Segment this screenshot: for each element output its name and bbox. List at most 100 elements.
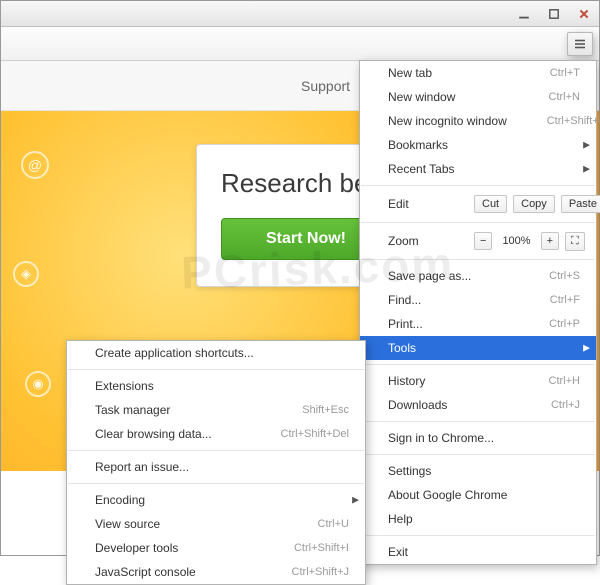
menu-label: History [388, 374, 425, 388]
window-titlebar [1, 1, 599, 27]
menu-exit[interactable]: Exit [360, 540, 596, 564]
tools-submenu: Create application shortcuts... Extensio… [66, 340, 366, 585]
menu-label: Tools [388, 341, 416, 355]
menu-separator [68, 369, 364, 370]
submenu-clear-data[interactable]: Clear browsing data...Ctrl+Shift+Del [67, 422, 365, 446]
maximize-icon [548, 8, 560, 20]
menu-downloads[interactable]: Downloads Ctrl+J [360, 393, 596, 417]
nav-support-link[interactable]: Support [301, 78, 350, 94]
menu-signin[interactable]: Sign in to Chrome... [360, 426, 596, 450]
hamburger-icon [573, 37, 587, 51]
menu-shortcut: Shift+Esc [302, 404, 349, 416]
submenu-dev-tools[interactable]: Developer tools Ctrl+Shift+I [67, 536, 365, 560]
zoom-in-button[interactable]: + [541, 232, 559, 250]
menu-shortcut: Ctrl+S [549, 270, 580, 282]
menu-shortcut: Ctrl+N [549, 91, 580, 103]
chevron-right-icon: ▶ [583, 343, 590, 354]
edit-copy-button[interactable]: Copy [513, 195, 555, 213]
menu-label: Extensions [95, 379, 154, 393]
menu-edit-label: Edit [388, 197, 468, 211]
chevron-right-icon: ▶ [352, 495, 359, 506]
main-menu-button[interactable] [567, 32, 593, 56]
menu-find[interactable]: Find... Ctrl+F [360, 288, 596, 312]
menu-settings[interactable]: Settings [360, 459, 596, 483]
menu-shortcut: Ctrl+P [549, 318, 580, 330]
menu-label: Exit [388, 545, 408, 559]
menu-zoom-row: Zoom − 100% + ⛶ [360, 227, 596, 255]
menu-edit-row: Edit Cut Copy Paste [360, 190, 596, 218]
menu-about[interactable]: About Google Chrome [360, 483, 596, 507]
edit-cut-button[interactable]: Cut [474, 195, 507, 213]
menu-shortcut: Ctrl+Shift+I [294, 542, 349, 554]
menu-new-incognito[interactable]: New incognito windowCtrl+Shift+N [360, 109, 596, 133]
submenu-encoding[interactable]: Encoding ▶ [67, 488, 365, 512]
submenu-view-source[interactable]: View source Ctrl+U [67, 512, 365, 536]
menu-separator [68, 483, 364, 484]
menu-label: Help [388, 512, 413, 526]
edit-paste-button[interactable]: Paste [561, 195, 600, 213]
menu-shortcut: Ctrl+Shift+N [547, 115, 600, 127]
menu-recent-tabs[interactable]: Recent Tabs ▶ [360, 157, 596, 181]
chevron-right-icon: ▶ [583, 164, 590, 175]
menu-zoom-label: Zoom [388, 234, 468, 248]
fullscreen-button[interactable]: ⛶ [565, 232, 585, 251]
menu-label: Downloads [388, 398, 447, 412]
menu-separator [361, 259, 595, 260]
menu-label: Recent Tabs [388, 162, 455, 176]
close-icon [578, 8, 590, 20]
menu-label: Developer tools [95, 541, 178, 555]
menu-shortcut: Ctrl+Shift+Del [281, 428, 349, 440]
menu-separator [361, 364, 595, 365]
menu-save-page[interactable]: Save page as... Ctrl+S [360, 264, 596, 288]
zoom-value: 100% [498, 235, 534, 247]
menu-new-tab[interactable]: New tab Ctrl+T [360, 61, 596, 85]
window-maximize-button[interactable] [539, 1, 569, 26]
menu-separator [361, 535, 595, 536]
menu-separator [361, 421, 595, 422]
menu-label: JavaScript console [95, 565, 196, 579]
menu-label: About Google Chrome [388, 488, 507, 502]
menu-label: Find... [388, 293, 421, 307]
menu-separator [361, 222, 595, 223]
submenu-js-console[interactable]: JavaScript console Ctrl+Shift+J [67, 560, 365, 584]
menu-shortcut: Ctrl+J [551, 399, 580, 411]
menu-separator [361, 185, 595, 186]
menu-print[interactable]: Print... Ctrl+P [360, 312, 596, 336]
menu-history[interactable]: History Ctrl+H [360, 369, 596, 393]
menu-label: New tab [388, 66, 432, 80]
menu-shortcut: Ctrl+U [318, 518, 349, 530]
menu-label: Create application shortcuts... [95, 346, 254, 360]
chevron-right-icon: ▶ [583, 140, 590, 151]
zoom-out-button[interactable]: − [474, 232, 492, 250]
submenu-report-issue[interactable]: Report an issue... [67, 455, 365, 479]
menu-bookmarks[interactable]: Bookmarks ▶ [360, 133, 596, 157]
menu-label: View source [95, 517, 160, 531]
menu-help[interactable]: Help [360, 507, 596, 531]
browser-toolbar [1, 27, 599, 61]
menu-label: Encoding [95, 493, 145, 507]
menu-label: Bookmarks [388, 138, 448, 152]
menu-new-window[interactable]: New window Ctrl+N [360, 85, 596, 109]
menu-label: Save page as... [388, 269, 471, 283]
deco-globe-icon: ◉ [25, 371, 51, 397]
menu-tools[interactable]: Tools ▶ [360, 336, 596, 360]
menu-label: New incognito window [388, 114, 507, 128]
menu-separator [68, 450, 364, 451]
menu-label: New window [388, 90, 455, 104]
menu-shortcut: Ctrl+F [550, 294, 580, 306]
window-close-button[interactable] [569, 1, 599, 26]
deco-at-icon: @ [21, 151, 49, 179]
menu-label: Report an issue... [95, 460, 189, 474]
submenu-task-manager[interactable]: Task manager Shift+Esc [67, 398, 365, 422]
deco-wifi-icon: ◈ [13, 261, 39, 287]
submenu-create-shortcut[interactable]: Create application shortcuts... [67, 341, 365, 365]
submenu-extensions[interactable]: Extensions [67, 374, 365, 398]
menu-shortcut: Ctrl+Shift+J [292, 566, 349, 578]
menu-label: Sign in to Chrome... [388, 431, 494, 445]
menu-label: Task manager [95, 403, 170, 417]
window-minimize-button[interactable] [509, 1, 539, 26]
minimize-icon [518, 8, 530, 20]
menu-label: Print... [388, 317, 423, 331]
menu-shortcut: Ctrl+H [549, 375, 580, 387]
menu-shortcut: Ctrl+T [550, 67, 580, 79]
